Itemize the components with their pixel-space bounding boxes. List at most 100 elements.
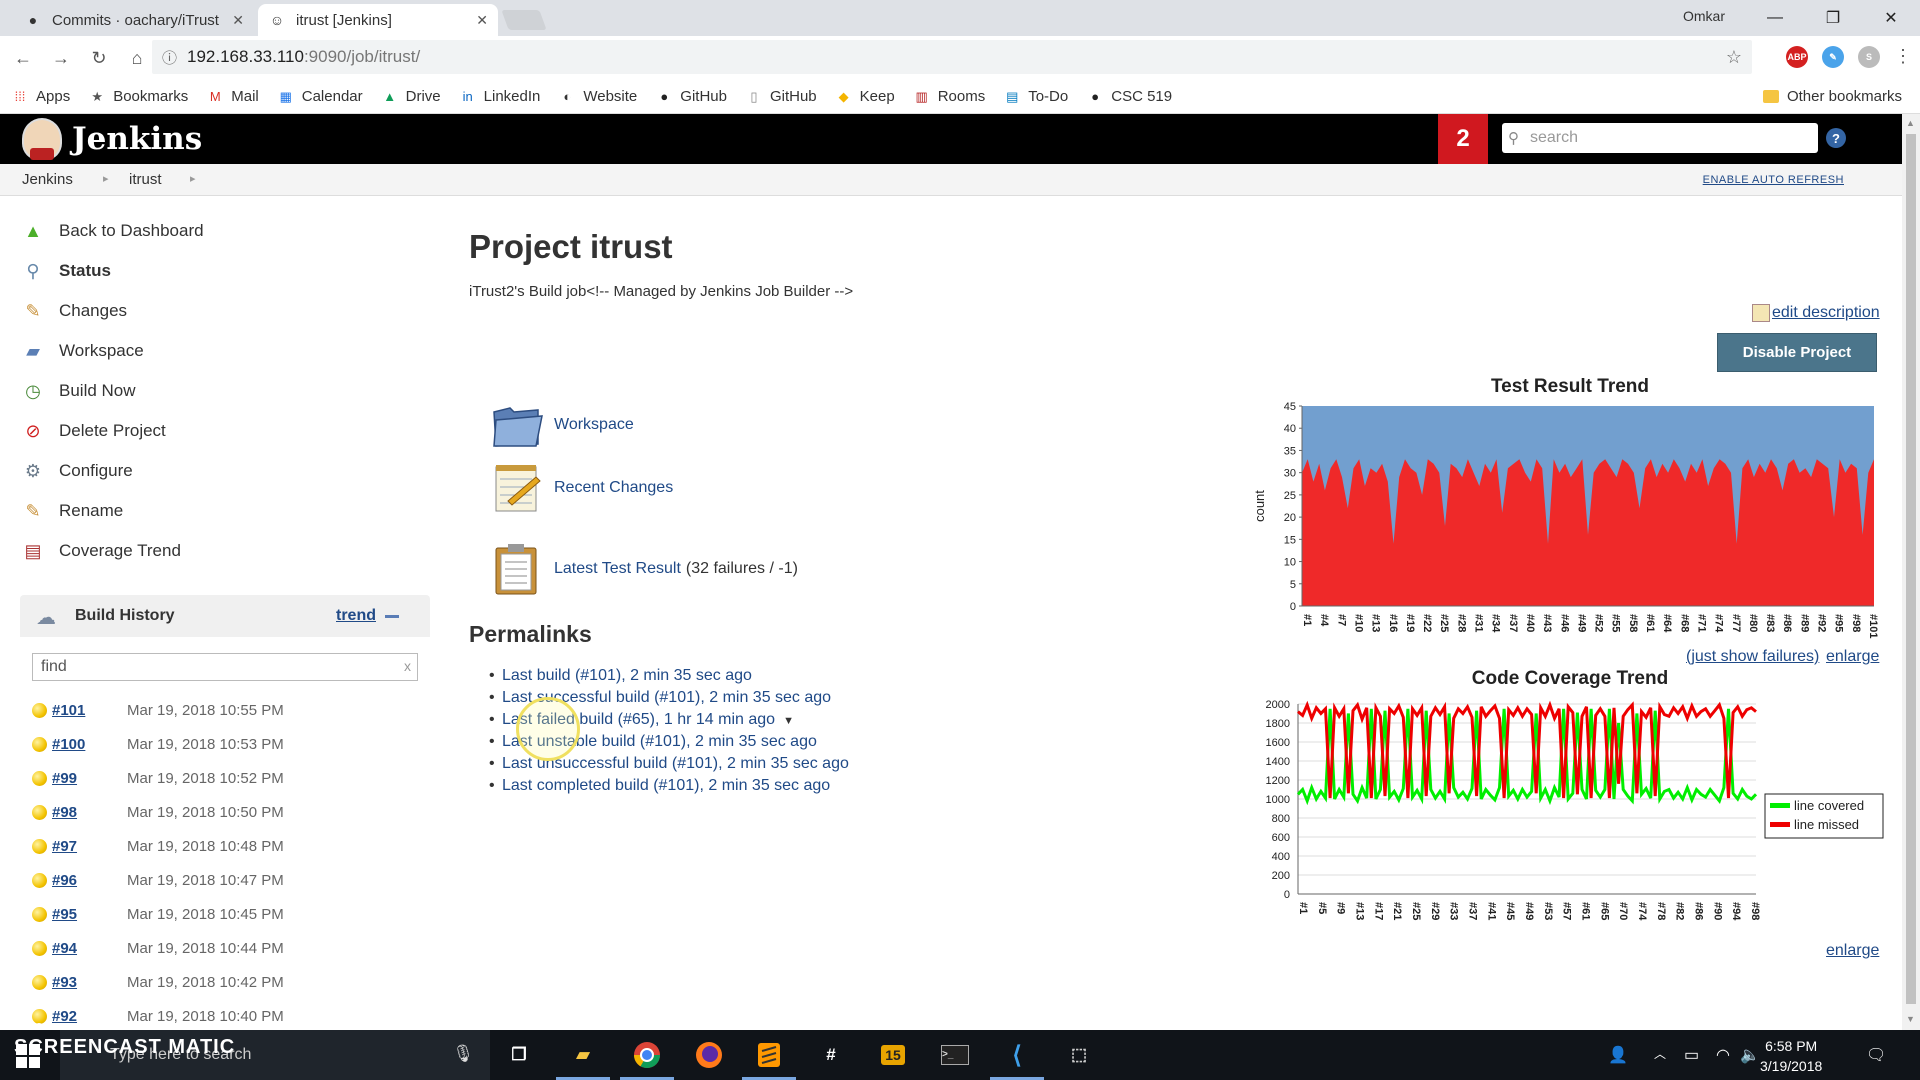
fifteen-icon[interactable]: 15 [876,1038,910,1072]
clear-icon[interactable]: x [404,658,411,674]
recent-changes-link[interactable]: Recent Changes [554,479,673,497]
sidebar-item-status[interactable]: ⚲ Status [20,258,111,284]
scrollbar-thumb[interactable] [1906,134,1916,1004]
bookmark-item[interactable]: ★ Bookmarks [89,88,188,105]
sidebar-item-configure[interactable]: ⚙ Configure [20,458,133,484]
chrome-icon[interactable] [620,1038,674,1080]
disable-project-button[interactable]: Disable Project [1717,333,1877,372]
home-icon[interactable]: ⌂ [122,48,152,69]
bookmark-item[interactable]: ▯ GitHub [746,88,816,105]
workspace-link[interactable]: Workspace [554,416,634,434]
permalink-link[interactable]: Last completed build (#101), 2 min 35 se… [502,777,830,794]
build-find-input[interactable]: find x [32,653,418,681]
notifications-icon[interactable]: 🗨 [1866,1045,1886,1065]
collapse-icon[interactable] [385,615,399,618]
bookmark-item[interactable]: ◐ Website [559,88,637,105]
scroll-down-icon[interactable]: ▼ [1906,1014,1915,1024]
build-number-link[interactable]: #96 [52,872,77,889]
build-number-link[interactable]: #95 [52,906,77,923]
restore-icon[interactable]: ❐ [1804,8,1862,28]
taskbar-clock[interactable]: 6:58 PM 3/19/2018 [1760,1036,1822,1076]
build-number-link[interactable]: #101 [52,702,85,719]
battery-icon[interactable]: ▭ [1684,1045,1699,1065]
bookmark-item[interactable]: ◆ Keep [836,88,895,105]
vscode-icon[interactable]: ⟨ [990,1038,1044,1080]
other-bookmarks[interactable]: Other bookmarks [1762,88,1902,105]
scroll-up-icon[interactable]: ▲ [1906,118,1915,128]
jenkins-logo[interactable]: Jenkins [22,118,202,160]
y-tick-label: 25 [1284,490,1296,502]
sidebar-item-back-to-dashboard[interactable]: ▲ Back to Dashboard [20,218,204,244]
reload-icon[interactable]: ↻ [84,48,114,69]
enlarge-coverage-chart-link[interactable]: enlarge [1826,942,1879,960]
chevron-up-icon[interactable]: ︿ [1654,1045,1666,1062]
skype-icon[interactable]: S [1858,46,1880,68]
info-icon[interactable]: ⓘ [162,47,177,68]
notification-badge[interactable]: 2 [1438,114,1488,164]
snip-icon[interactable]: ⬚ [1062,1038,1096,1072]
search-input[interactable]: ⚲ search [1502,123,1818,153]
sidebar-item-changes[interactable]: ✎ Changes [20,298,127,324]
sidebar-item-build-now[interactable]: ◷ Build Now [20,378,135,404]
slack-icon[interactable]: # [814,1038,848,1072]
breadcrumb-itrust[interactable]: itrust [129,171,162,188]
permalink-link[interactable]: Last build (#101), 2 min 35 sec ago [502,667,752,684]
task-view-icon[interactable]: ❐ [502,1038,536,1072]
bookmark-item[interactable]: ▲ Drive [382,88,440,105]
new-tab-button[interactable] [501,10,547,30]
chevron-right-icon[interactable]: ▸ [190,172,196,185]
sidebar-item-rename[interactable]: ✎ Rename [20,498,123,524]
sidebar-item-coverage-trend[interactable]: ▤ Coverage Trend [20,538,180,564]
build-number-link[interactable]: #93 [52,974,77,991]
bookmark-star-icon[interactable]: ☆ [1726,47,1742,68]
chevron-right-icon[interactable]: ▸ [103,172,109,185]
trend-link[interactable]: trend [336,607,376,625]
url-input[interactable]: ⓘ 192.168.33.110:9090/job/itrust/ ☆ [152,40,1752,74]
close-icon[interactable]: ✕ [232,12,244,29]
edit-description-link[interactable]: edit description [1752,304,1880,322]
back-icon[interactable]: ← [8,48,38,69]
dropdown-arrow-icon[interactable]: ▼ [783,715,794,727]
wifi-icon[interactable]: ◠ [1716,1045,1730,1065]
test-result-trend-chart[interactable]: Test Result Trend count 0 5 10 15 20 25 30 35 40 45… [1250,370,1890,640]
build-number-link[interactable]: #94 [52,940,77,957]
build-number-link[interactable]: #99 [52,770,77,787]
file-explorer-icon[interactable]: ▰ [556,1038,610,1080]
bookmark-item[interactable]: ⁞⁞⁞ Apps [12,88,71,105]
code-coverage-trend-chart[interactable]: Code Coverage Trend 0 200 400 600 800 1000 1200… [1250,662,1890,932]
menu-icon[interactable]: ⋮ [1894,46,1912,68]
terminal-icon[interactable]: >_ [938,1038,972,1072]
help-icon[interactable]: ? [1826,128,1846,148]
people-icon[interactable]: 👤 [1608,1045,1628,1065]
firefox-icon[interactable] [692,1038,726,1072]
latest-test-result-link[interactable]: Latest Test Result [554,560,681,578]
close-icon[interactable]: ✕ [476,12,488,29]
bookmark-item[interactable]: ▦ Calendar [278,88,363,105]
enable-auto-refresh-link[interactable]: ENABLE AUTO REFRESH [1703,174,1844,186]
close-window-icon[interactable]: ✕ [1862,8,1920,28]
build-number-link[interactable]: #98 [52,804,77,821]
microphone-icon[interactable]: 🎙 [452,1044,474,1064]
forward-icon[interactable]: → [46,48,76,69]
tab-itrust-jenkins[interactable]: ☺ itrust [Jenkins] ✕ [258,4,498,36]
build-number-link[interactable]: #97 [52,838,77,855]
tab-commits[interactable]: ● Commits · oachary/iTrust ✕ [14,4,254,36]
bookmark-item[interactable]: ● GitHub [656,88,727,105]
bookmark-item[interactable]: ▤ To-Do [1004,88,1068,105]
bookmark-item[interactable]: ▥ Rooms [914,88,986,105]
profile-name[interactable]: Omkar [1683,8,1725,24]
page-scrollbar[interactable]: ▲ ▼ [1902,114,1920,1030]
edit-extension-icon[interactable]: ✎ [1822,46,1844,68]
clock-icon: ◷ [25,380,41,401]
build-number-link[interactable]: #100 [52,736,85,753]
sidebar-item-workspace[interactable]: ▰ Workspace [20,338,144,364]
bookmark-item[interactable]: ● CSC 519 [1087,88,1172,105]
breadcrumb-jenkins[interactable]: Jenkins [22,171,73,188]
minimize-icon[interactable]: — [1746,9,1804,27]
sublime-icon[interactable] [742,1038,796,1080]
bookmark-item[interactable]: M Mail [207,88,259,105]
adblock-icon[interactable]: ABP [1786,46,1808,68]
volume-icon[interactable]: 🔈 [1740,1045,1760,1065]
sidebar-item-delete-project[interactable]: ⊘ Delete Project [20,418,165,444]
bookmark-item[interactable]: in LinkedIn [460,88,541,105]
